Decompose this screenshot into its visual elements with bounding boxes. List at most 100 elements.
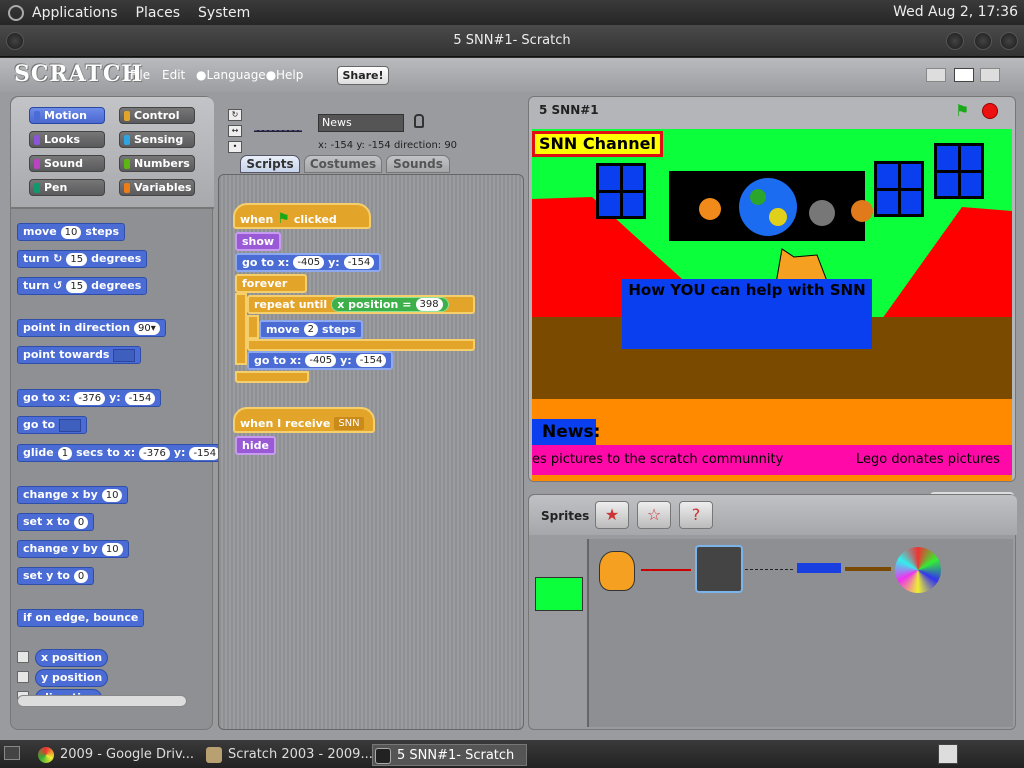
y-input[interactable]: -154 xyxy=(189,446,221,460)
secs-input[interactable]: 1 xyxy=(57,446,73,460)
x-position-checkbox[interactable] xyxy=(17,651,29,663)
stage-thumbnail[interactable] xyxy=(535,577,583,611)
block-goto-xy[interactable]: go to x: -405 y: -154 xyxy=(247,351,394,370)
share-button[interactable]: Share! xyxy=(337,66,389,85)
number-input[interactable]: 10 xyxy=(101,542,123,556)
task-google-drive[interactable]: 2009 - Google Driv... xyxy=(36,744,194,766)
y-input[interactable]: -154 xyxy=(355,354,387,367)
message-dropdown[interactable]: SNN xyxy=(334,416,364,430)
block-goto[interactable]: go to xyxy=(17,416,88,434)
menu-places[interactable]: Places xyxy=(136,5,181,21)
stage-canvas[interactable]: SNN Channel How YOU can help with SNN Ne… xyxy=(532,129,1012,481)
scripts-area[interactable]: when ⚑ clicked show go to x: -405 y: -154 for… xyxy=(218,174,524,730)
window-titlebar[interactable]: 5 SNN#1- Scratch xyxy=(0,25,1024,57)
wheel-sprite-thumb[interactable] xyxy=(895,547,941,593)
block-goto-xy[interactable]: go to x: -405 y: -154 xyxy=(235,253,382,272)
y-position-checkbox[interactable] xyxy=(17,671,29,683)
menu-applications[interactable]: Applications xyxy=(32,5,118,21)
number-input[interactable]: 10 xyxy=(60,225,82,239)
block-move-steps[interactable]: move 10 steps xyxy=(17,223,126,241)
green-flag-icon[interactable]: ⚑ xyxy=(955,101,969,120)
block-turn-right[interactable]: turn ↻ 15 degrees xyxy=(17,250,148,268)
block-change-x[interactable]: change x by 10 xyxy=(17,486,129,504)
target-dropdown[interactable] xyxy=(59,418,82,432)
x-input[interactable]: -405 xyxy=(305,354,337,367)
task-scratch-folder[interactable]: Scratch 2003 - 2009... xyxy=(204,744,373,766)
number-input[interactable]: 0 xyxy=(73,515,89,529)
block-forever[interactable]: forever xyxy=(235,274,307,293)
value-input[interactable]: 398 xyxy=(415,298,443,311)
window-menu-icon[interactable] xyxy=(6,32,24,50)
y-input[interactable]: -154 xyxy=(343,256,375,269)
number-input[interactable]: 15 xyxy=(66,279,88,293)
block-repeat-until[interactable]: repeat until x position = 398 xyxy=(247,295,475,314)
block-turn-left[interactable]: turn ↺ 15 degrees xyxy=(17,277,148,295)
block-glide[interactable]: glide 1 secs to x: -376 y: -154 xyxy=(17,444,227,462)
x-input[interactable]: -376 xyxy=(74,391,106,405)
palette-scrollbar[interactable] xyxy=(17,695,187,707)
category-variables[interactable]: Variables xyxy=(119,179,195,196)
tab-costumes[interactable]: Costumes xyxy=(304,155,382,173)
block-set-x[interactable]: set x to 0 xyxy=(17,513,95,531)
menu-file[interactable]: File xyxy=(130,68,150,82)
number-input[interactable]: 15 xyxy=(66,252,88,266)
line-sprite-thumb[interactable] xyxy=(641,569,691,571)
block-point-direction[interactable]: point in direction 90▾ xyxy=(17,319,166,337)
rotate-style-icon[interactable]: ↻ xyxy=(228,109,242,121)
task-scratch-window[interactable]: 5 SNN#1- Scratch xyxy=(372,744,528,766)
banner-sprite-thumb[interactable] xyxy=(797,563,841,573)
no-rotate-icon[interactable]: • xyxy=(228,141,242,153)
block-show[interactable]: show xyxy=(235,232,282,251)
tab-scripts[interactable]: Scripts xyxy=(240,155,300,173)
category-control[interactable]: Control xyxy=(119,107,195,124)
steps-input[interactable]: 2 xyxy=(303,323,319,336)
brown-sprite-thumb[interactable] xyxy=(845,567,891,571)
block-goto-xy[interactable]: go to x: -376 y: -154 xyxy=(17,389,162,407)
menu-language[interactable]: ●Language● xyxy=(196,68,276,82)
number-input[interactable]: 10 xyxy=(101,488,123,502)
small-stage-mode-icon[interactable] xyxy=(926,68,946,82)
number-input[interactable]: 0 xyxy=(73,569,89,583)
presentation-mode-icon[interactable] xyxy=(980,68,1000,82)
maximize-button[interactable] xyxy=(974,32,992,50)
block-hide[interactable]: hide xyxy=(235,436,276,455)
reporter-y-position[interactable]: y position xyxy=(35,669,109,687)
menu-help[interactable]: Help xyxy=(276,68,303,82)
category-looks[interactable]: Looks xyxy=(29,131,105,148)
stop-button[interactable] xyxy=(982,103,998,119)
cat-sprite-thumb[interactable] xyxy=(599,551,635,591)
x-input[interactable]: -405 xyxy=(293,256,325,269)
block-move-steps[interactable]: move 2 steps xyxy=(259,320,363,339)
category-pen[interactable]: Pen xyxy=(29,179,105,196)
category-numbers[interactable]: Numbers xyxy=(119,155,195,172)
show-desktop-icon[interactable] xyxy=(4,746,20,760)
flip-style-icon[interactable]: ↔ xyxy=(228,125,242,137)
block-point-towards[interactable]: point towards xyxy=(17,346,142,364)
category-sound[interactable]: Sound xyxy=(29,155,105,172)
reporter-x-position[interactable]: x position xyxy=(35,649,109,667)
clock[interactable]: Wed Aug 2, 17:36 xyxy=(893,4,1018,20)
boolean-equals[interactable]: x position = 398 xyxy=(331,297,449,312)
gnome-logo-icon[interactable] xyxy=(8,4,24,21)
direction-dropdown[interactable]: 90▾ xyxy=(134,321,160,335)
random-sprite-icon[interactable]: ? xyxy=(679,501,713,529)
minimize-button[interactable] xyxy=(946,32,964,50)
target-dropdown[interactable] xyxy=(113,348,136,362)
block-set-y[interactable]: set y to 0 xyxy=(17,567,95,585)
x-input[interactable]: -376 xyxy=(139,446,170,460)
news-sprite-thumb-selected[interactable] xyxy=(695,545,743,593)
block-edge-bounce[interactable]: if on edge, bounce xyxy=(17,609,145,627)
y-input[interactable]: -154 xyxy=(124,391,156,405)
block-change-y[interactable]: change y by 10 xyxy=(17,540,129,558)
tray-scratch-icon[interactable] xyxy=(938,744,958,764)
menu-edit[interactable]: Edit xyxy=(162,68,185,82)
sprite-name-field[interactable]: News xyxy=(318,114,404,132)
dashed-sprite-thumb[interactable] xyxy=(745,569,793,571)
paint-new-sprite-icon[interactable]: ★ xyxy=(595,501,629,529)
category-sensing[interactable]: Sensing xyxy=(119,131,195,148)
category-motion[interactable]: Motion xyxy=(29,107,105,124)
close-button[interactable] xyxy=(1000,32,1018,50)
hat-when-flag-clicked[interactable]: when ⚑ clicked xyxy=(233,203,371,229)
menu-system[interactable]: System xyxy=(198,5,250,21)
tab-sounds[interactable]: Sounds xyxy=(386,155,450,173)
